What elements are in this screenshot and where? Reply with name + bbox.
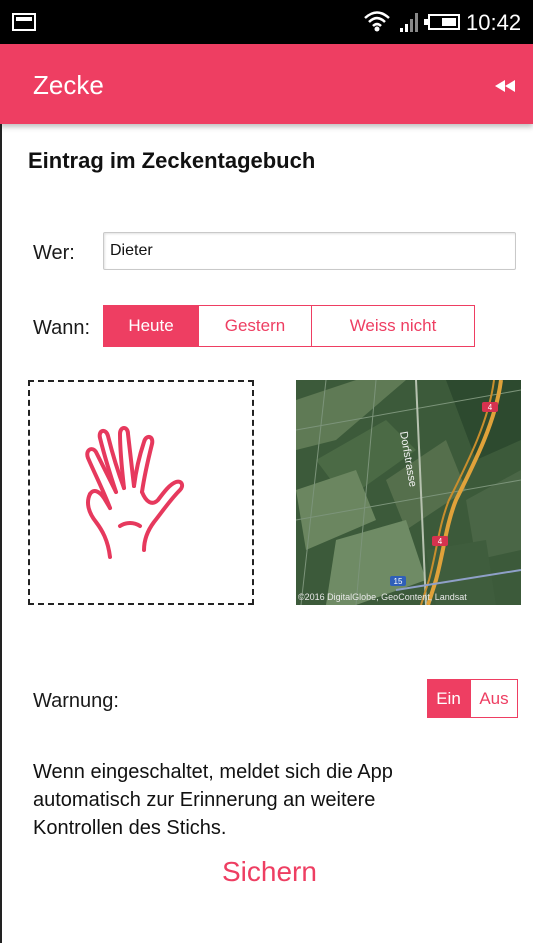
hand-icon [85,426,185,559]
wann-option-gestern[interactable]: Gestern [198,305,312,347]
status-time: 10:42 [466,10,522,35]
wann-option-heute[interactable]: Heute [103,305,199,347]
wann-option-weiss-nicht[interactable]: Weiss nicht [311,305,475,347]
page-title: Eintrag im Zeckentagebuch [28,148,316,173]
window-edge [0,124,2,943]
map-credit: ©2016 DigitalGlobe, GeoContent, Landsat [298,592,467,602]
signal-icon [400,13,418,32]
wer-label: Wer: [33,242,75,264]
warnung-label: Warnung: [33,690,119,712]
save-button[interactable]: Sichern [222,856,317,888]
notification-icon [12,13,36,31]
map-satellite-image: 4 4 15 Dorfstrasse [296,380,521,605]
wer-input[interactable] [103,232,516,270]
app-bar: Zecke [0,44,533,124]
wann-label: Wann: [33,317,91,339]
status-bar: 10:42 [0,0,533,44]
app-title: Zecke [33,70,104,100]
route-badge-3: 15 [394,577,403,586]
wifi-icon [364,11,390,32]
rewind-icon[interactable] [494,80,516,92]
body-part-picker[interactable] [28,380,254,605]
route-badge-1: 4 [488,403,493,412]
battery-icon [424,14,460,30]
route-badge-2: 4 [438,537,443,546]
map-view[interactable]: 4 4 15 Dorfstrasse ©2016 DigitalGlobe, G… [296,380,521,605]
warnung-description: Wenn eingeschaltet, meldet sich die App … [33,761,393,839]
warnung-on-button[interactable]: Ein [427,679,470,718]
warnung-off-button[interactable]: Aus [470,679,518,718]
